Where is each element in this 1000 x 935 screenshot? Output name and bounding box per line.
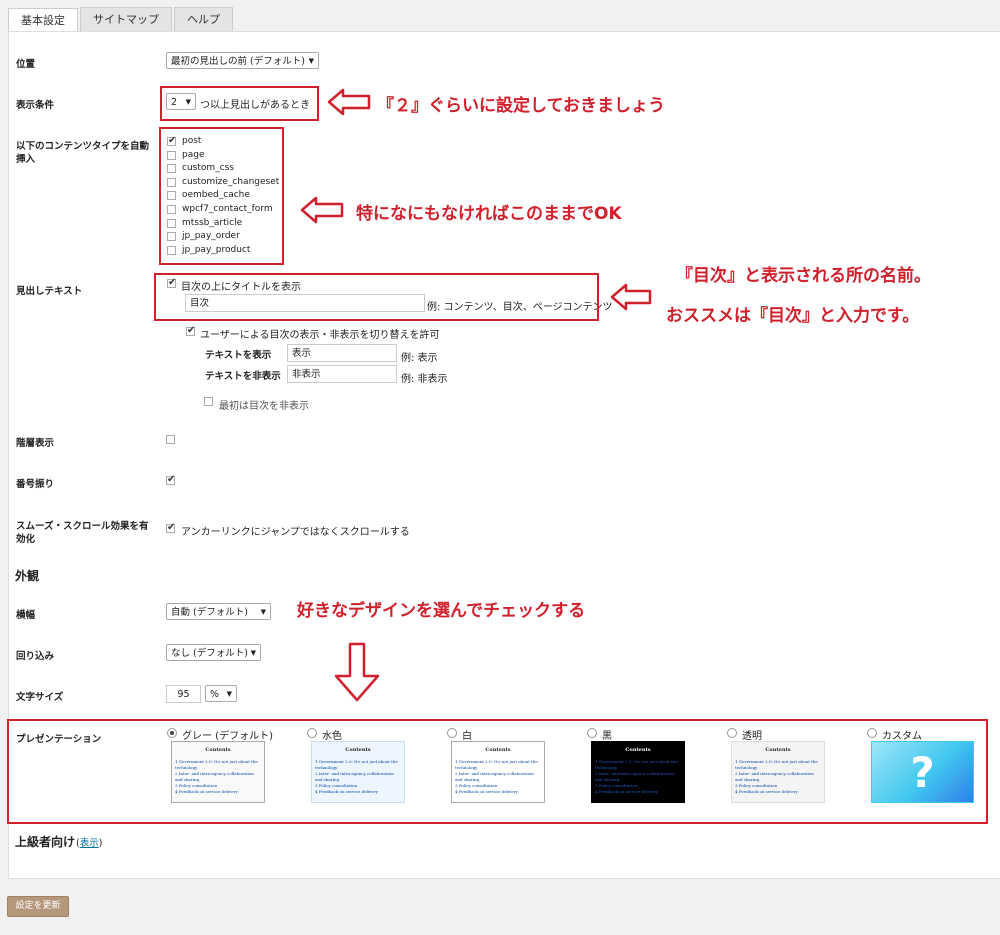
- allow-toggle-checkbox[interactable]: ✔: [186, 325, 196, 336]
- position-value: 最初の見出しの前 (デフォルト): [171, 56, 305, 67]
- numbering-checkbox[interactable]: ✔: [166, 474, 176, 485]
- smooth-scroll-label-1: スムーズ・スクロール効果を有: [16, 521, 149, 532]
- tab-help[interactable]: ヘルプ: [174, 7, 233, 31]
- tab-basic-settings[interactable]: 基本設定: [8, 8, 78, 33]
- font-size-unit-select[interactable]: % ▼: [205, 685, 237, 702]
- hide-text-example: 例: 非表示: [401, 374, 448, 385]
- width-label: 横幅: [16, 610, 36, 621]
- annotation-box-presentation: [7, 719, 988, 824]
- annotation-box-content-types: [159, 127, 284, 265]
- show-text-input[interactable]: 表示: [287, 344, 397, 362]
- show-text-label: テキストを表示: [205, 350, 272, 361]
- numbering-label: 番号振り: [16, 479, 55, 490]
- checkmark-icon: ✔: [167, 522, 176, 533]
- arrow-left-icon: [610, 283, 652, 311]
- smooth-scroll-checkbox[interactable]: ✔: [166, 522, 176, 533]
- display-condition-label: 表示条件: [16, 100, 55, 111]
- advanced-heading: 上級者向け: [15, 835, 76, 849]
- smooth-scroll-option: アンカーリンクにジャンプではなくスクロールする: [181, 527, 410, 538]
- tab-sitemap[interactable]: サイトマップ: [80, 7, 172, 31]
- appearance-heading: 外観: [15, 569, 40, 583]
- chevron-down-icon: ▼: [226, 690, 232, 698]
- update-settings-button[interactable]: 設定を更新: [7, 896, 69, 917]
- advanced-show-link[interactable]: 表示: [80, 838, 99, 849]
- hierarchy-checkbox[interactable]: [166, 435, 175, 444]
- annotation-condition: 『２』ぐらいに設定しておきましょう: [377, 96, 665, 116]
- heading-text-label: 見出しテキスト: [16, 286, 83, 297]
- wrap-label: 回り込み: [16, 651, 55, 662]
- allow-toggle-label: ユーザーによる目次の表示・非表示を切り替えを許可: [200, 330, 440, 341]
- font-size-input[interactable]: 95: [166, 685, 201, 703]
- auto-insert-label-1: 以下のコンテンツタイプを自動: [16, 141, 150, 152]
- position-select[interactable]: 最初の見出しの前 (デフォルト) ▼: [166, 52, 319, 69]
- annotation-presentation: 好きなデザインを選んでチェックする: [297, 601, 586, 621]
- initially-hide-checkbox[interactable]: [204, 397, 213, 406]
- auto-insert-label-2: 挿入: [16, 154, 36, 165]
- checkmark-icon: ✔: [187, 325, 196, 336]
- initially-hide-label: 最初は目次を非表示: [219, 401, 309, 412]
- font-size-label: 文字サイズ: [16, 692, 64, 703]
- arrow-left-icon: [300, 196, 344, 224]
- annotation-box-heading: [154, 273, 599, 321]
- smooth-scroll-label-2: 効化: [16, 534, 36, 545]
- show-text-example: 例: 表示: [401, 353, 438, 364]
- checkmark-icon: ✔: [167, 474, 176, 485]
- arrow-down-icon: [334, 642, 380, 702]
- annotation-heading-1: 『目次』と表示される所の名前。: [676, 266, 931, 286]
- chevron-down-icon: ▼: [260, 608, 266, 616]
- width-value: 自動 (デフォルト): [171, 607, 248, 618]
- font-size-unit: %: [210, 689, 220, 700]
- advanced-toggle: (表示): [76, 838, 103, 849]
- annotation-content-types: 特になにもなければこのままでOK: [356, 204, 622, 224]
- tab-bar: 基本設定 サイトマップ ヘルプ: [8, 7, 235, 33]
- hide-text-label: テキストを非表示: [205, 371, 281, 382]
- hide-text-input[interactable]: 非表示: [287, 365, 397, 383]
- annotation-heading-2: おススメは『目次』と入力です。: [666, 306, 920, 326]
- wrap-select[interactable]: なし (デフォルト) ▼: [166, 644, 261, 661]
- chevron-down-icon: ▼: [308, 57, 314, 65]
- width-select[interactable]: 自動 (デフォルト) ▼: [166, 603, 271, 620]
- annotation-box-condition: [160, 86, 319, 121]
- wrap-value: なし (デフォルト): [171, 648, 248, 659]
- chevron-down-icon: ▼: [250, 649, 256, 657]
- position-label: 位置: [16, 59, 36, 70]
- hierarchy-label: 階層表示: [16, 438, 55, 449]
- arrow-left-icon: [327, 88, 371, 116]
